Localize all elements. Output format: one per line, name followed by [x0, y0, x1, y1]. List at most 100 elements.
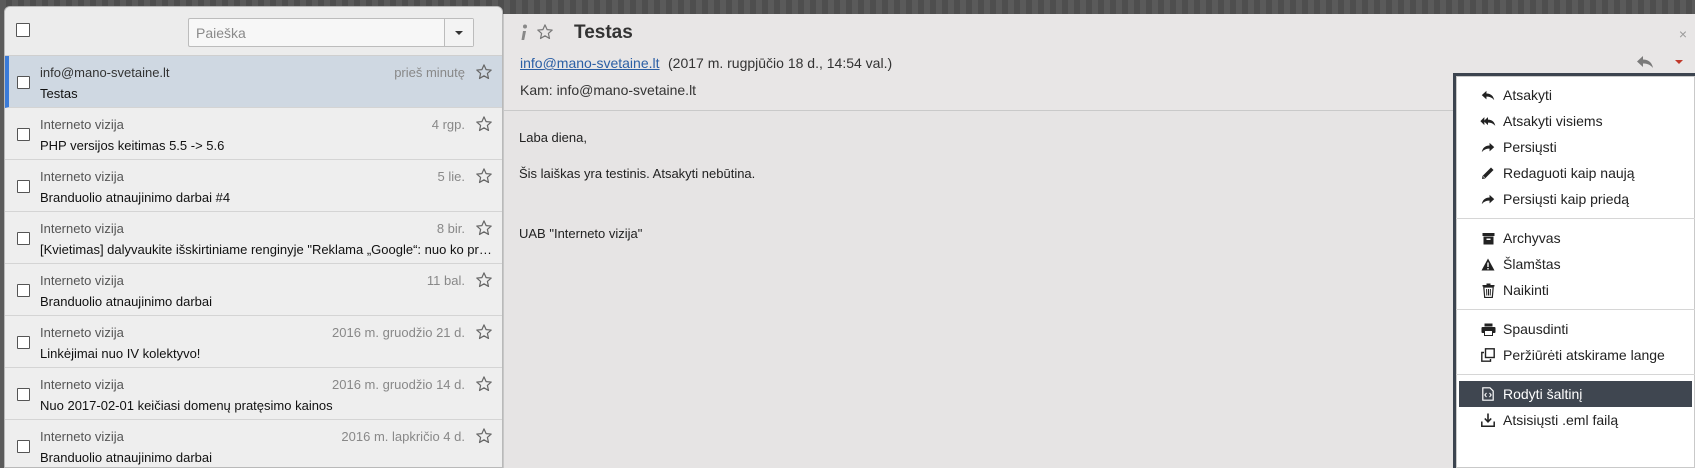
message-sender: Interneto vizija: [40, 325, 124, 340]
body-line: Laba diena,: [519, 130, 587, 145]
menu-group-view: Spausdinti Peržiūrėti atskirame lange: [1456, 310, 1695, 375]
menu-item-forward[interactable]: Persiųsti: [1456, 134, 1695, 160]
menu-item-label: Atsisiųsti .eml failą: [1503, 412, 1619, 428]
menu-item-show-source[interactable]: Rodyti šaltinį: [1459, 381, 1692, 407]
recipient-line: Kam: info@mano-svetaine.lt: [520, 82, 697, 98]
source-code-icon: [1480, 386, 1496, 402]
info-icon[interactable]: [519, 24, 529, 42]
message-actions-menu: Atsakyti Atsakyti visiems Persiųsti Reda…: [1453, 73, 1695, 468]
reply-all-icon: [1480, 113, 1496, 129]
menu-item-label: Rodyti šaltinį: [1503, 386, 1583, 402]
reply-icon[interactable]: [1636, 55, 1654, 69]
message-row[interactable]: Interneto vizija 2016 m. lapkričio 4 d. …: [5, 420, 502, 467]
menu-group-organize: Archyvas Šlamštas Naikinti: [1456, 219, 1695, 310]
menu-item-print[interactable]: Spausdinti: [1456, 316, 1695, 342]
archive-icon: [1480, 230, 1496, 246]
message-checkbox[interactable]: [17, 284, 30, 297]
download-icon: [1480, 412, 1496, 428]
message-checkbox[interactable]: [17, 180, 30, 193]
message-subject: Testas: [40, 86, 78, 101]
message-subject: [Kvietimas] dalyvaukite išskirtiniame re…: [40, 242, 496, 257]
message-date: 8 bir.: [436, 221, 465, 236]
message-row[interactable]: info@mano-svetaine.lt prieš minutę Testa…: [5, 56, 502, 108]
menu-item-label: Atsakyti: [1503, 87, 1553, 103]
star-icon[interactable]: [475, 427, 493, 445]
forward-attachment-icon: [1480, 191, 1496, 207]
message-sender: Interneto vizija: [40, 429, 124, 444]
message-title: Testas: [574, 22, 633, 43]
message-date: 2016 m. gruodžio 21 d.: [332, 325, 465, 340]
menu-item-download-eml[interactable]: Atsisiųsti .eml failą: [1456, 407, 1695, 433]
menu-item-edit-as-new[interactable]: Redaguoti kaip naują: [1456, 160, 1695, 186]
select-all-checkbox[interactable]: [16, 23, 30, 37]
new-window-icon: [1480, 347, 1496, 363]
menu-item-label: Archyvas: [1503, 230, 1561, 246]
forward-icon: [1480, 139, 1496, 155]
caret-down-icon: [455, 30, 463, 35]
body-line: UAB "Interneto vizija": [519, 226, 643, 241]
reply-icon: [1480, 87, 1496, 103]
star-icon[interactable]: [475, 271, 493, 289]
menu-item-archive[interactable]: Archyvas: [1456, 225, 1695, 251]
message-date: prieš minutę: [394, 65, 465, 80]
close-icon[interactable]: ×: [1679, 26, 1687, 42]
star-icon[interactable]: [475, 219, 493, 237]
menu-item-reply[interactable]: Atsakyti: [1456, 82, 1695, 108]
star-icon[interactable]: [475, 63, 493, 81]
more-actions-caret-icon[interactable]: [1674, 59, 1684, 65]
message-row[interactable]: Interneto vizija 4 rgp. PHP versijos kei…: [5, 108, 502, 160]
star-icon[interactable]: [475, 323, 493, 341]
star-icon[interactable]: [475, 115, 493, 133]
menu-item-forward-as-attachment[interactable]: Persiųsti kaip priedą: [1456, 186, 1695, 212]
message-subject: Branduolio atnaujinimo darbai: [40, 294, 213, 309]
warning-icon: [1480, 256, 1496, 272]
menu-item-spam[interactable]: Šlamštas: [1456, 251, 1695, 277]
message-checkbox[interactable]: [17, 232, 30, 245]
message-subject: Nuo 2017-02-01 keičiasi domenų pratęsimo…: [40, 398, 333, 413]
message-sender: info@mano-svetaine.lt: [40, 65, 170, 80]
message-row[interactable]: Interneto vizija 11 bal. Branduolio atna…: [5, 264, 502, 316]
message-sender: Interneto vizija: [40, 273, 124, 288]
star-icon[interactable]: [536, 23, 554, 41]
message-checkbox[interactable]: [17, 336, 30, 349]
message-list: info@mano-svetaine.lt prieš minutę Testa…: [5, 56, 502, 467]
star-icon[interactable]: [475, 375, 493, 393]
message-list-panel: info@mano-svetaine.lt prieš minutę Testa…: [4, 6, 503, 468]
message-row[interactable]: Interneto vizija 5 lie. Branduolio atnau…: [5, 160, 502, 212]
message-sender: Interneto vizija: [40, 377, 124, 392]
message-checkbox[interactable]: [17, 76, 30, 89]
menu-item-label: Redaguoti kaip naują: [1503, 165, 1635, 181]
message-subject: PHP versijos keitimas 5.5 -> 5.6: [40, 138, 225, 153]
message-subject: Linkėjimai nuo IV kolektyvo!: [40, 346, 201, 361]
search-input[interactable]: [189, 19, 445, 46]
message-row[interactable]: Interneto vizija 8 bir. [Kvietimas] daly…: [5, 212, 502, 264]
message-sender: Interneto vizija: [40, 169, 124, 184]
message-date: 2016 m. gruodžio 14 d.: [332, 377, 465, 392]
search-box: [188, 18, 474, 47]
message-date: 5 lie.: [437, 169, 465, 184]
menu-item-label: Atsakyti visiems: [1503, 113, 1603, 129]
menu-item-label: Naikinti: [1503, 282, 1549, 298]
message-list-toolbar: [5, 7, 502, 56]
message-sender: Interneto vizija: [40, 117, 124, 132]
menu-group-source: Rodyti šaltinį Atsisiųsti .eml failą: [1456, 375, 1695, 439]
message-row[interactable]: Interneto vizija 2016 m. gruodžio 21 d. …: [5, 316, 502, 368]
menu-item-delete[interactable]: Naikinti: [1456, 277, 1695, 303]
printer-icon: [1480, 321, 1496, 337]
message-date: 2016 m. lapkričio 4 d.: [341, 429, 465, 444]
message-checkbox[interactable]: [17, 388, 30, 401]
star-icon[interactable]: [475, 167, 493, 185]
message-date: 11 bal.: [426, 273, 465, 288]
menu-item-label: Peržiūrėti atskirame lange: [1503, 347, 1665, 363]
message-sender: Interneto vizija: [40, 221, 124, 236]
menu-item-reply-all[interactable]: Atsakyti visiems: [1456, 108, 1695, 134]
trash-icon: [1480, 282, 1496, 298]
sender-link[interactable]: info@mano-svetaine.lt: [520, 55, 660, 71]
search-options-button[interactable]: [444, 19, 473, 46]
message-checkbox[interactable]: [17, 440, 30, 453]
pencil-icon: [1480, 165, 1496, 181]
menu-item-open-in-window[interactable]: Peržiūrėti atskirame lange: [1456, 342, 1695, 368]
menu-group-reply: Atsakyti Atsakyti visiems Persiųsti Reda…: [1456, 76, 1695, 219]
message-row[interactable]: Interneto vizija 2016 m. gruodžio 14 d. …: [5, 368, 502, 420]
message-checkbox[interactable]: [17, 128, 30, 141]
